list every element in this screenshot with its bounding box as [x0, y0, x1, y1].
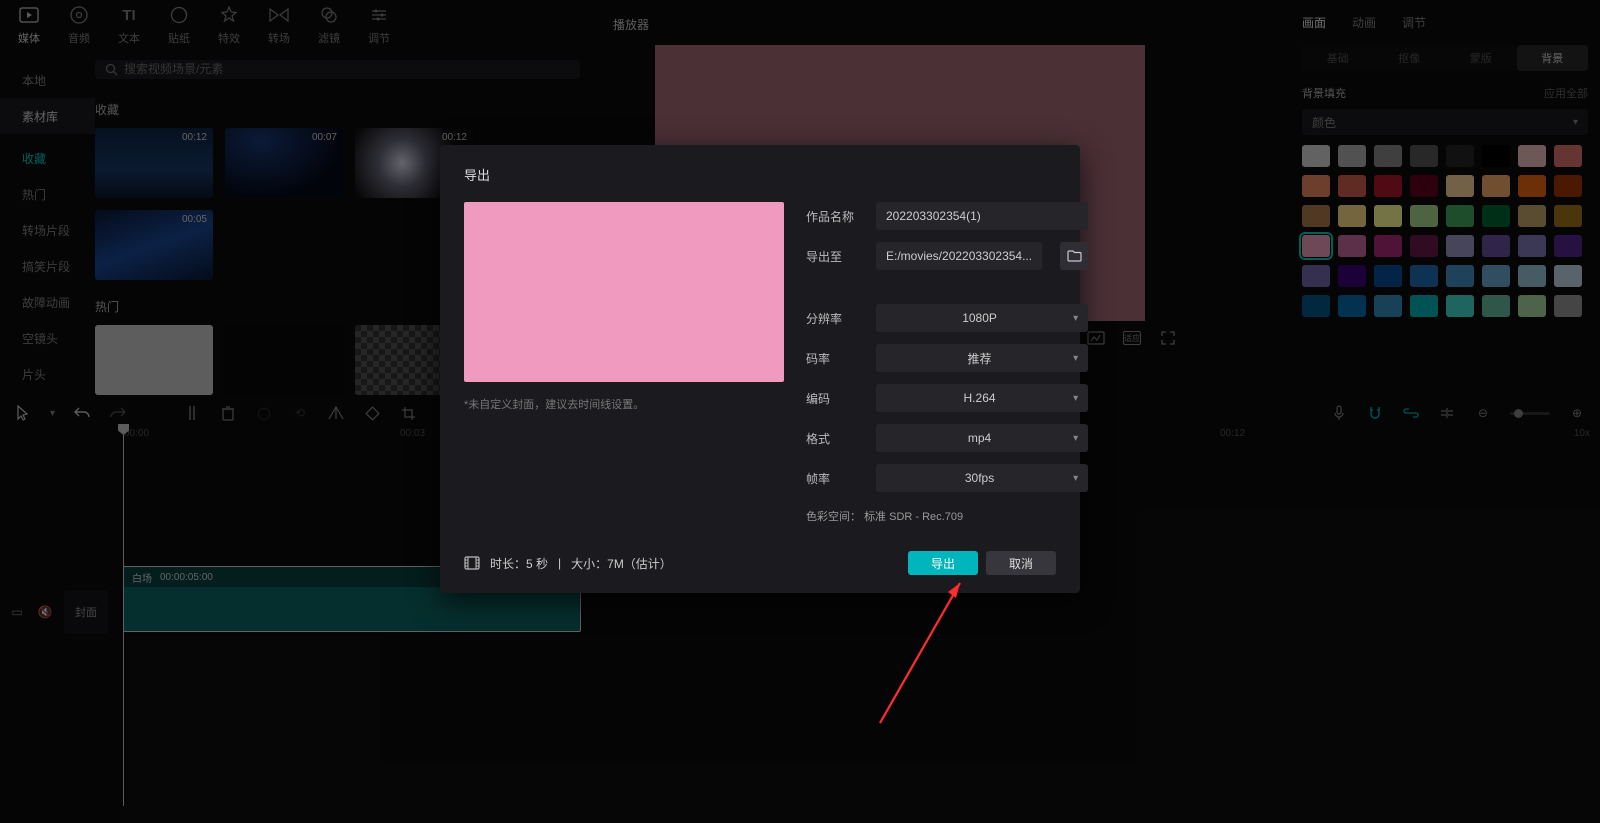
export-form: 作品名称 导出至 E:/movies/202203302354... 分辨率 1… — [806, 202, 1088, 524]
chevron-down-icon: ▾ — [1073, 433, 1078, 444]
chevron-down-icon: ▾ — [1073, 473, 1078, 484]
export-preview — [464, 202, 784, 382]
chevron-down-icon: ▾ — [1073, 353, 1078, 364]
path-input[interactable]: E:/movies/202203302354... — [876, 242, 1042, 270]
path-value: E:/movies/202203302354... — [886, 249, 1032, 263]
cover-hint: *未自定义封面，建议去时间线设置。 — [464, 396, 784, 412]
fps-label: 帧率 — [806, 470, 862, 487]
export-button[interactable]: 导出 — [908, 551, 978, 575]
export-dialog: 导出 *未自定义封面，建议去时间线设置。 作品名称 导出至 E:/movies/… — [440, 145, 1080, 593]
res-select[interactable]: 1080P ▾ — [876, 304, 1088, 332]
chevron-down-icon: ▾ — [1073, 393, 1078, 404]
colorspace-row: 色彩空间： 标准 SDR - Rec.709 — [806, 508, 1088, 524]
film-icon — [464, 556, 480, 570]
export-meta: 时长：5 秒 | 大小：7M（估计） — [464, 555, 672, 572]
format-value: mp4 — [968, 431, 991, 445]
name-field[interactable] — [886, 209, 1078, 223]
fps-select[interactable]: 30fps ▾ — [876, 464, 1088, 492]
name-input[interactable] — [876, 202, 1088, 230]
folder-icon[interactable] — [1060, 242, 1088, 270]
colorspace-value: 标准 SDR - Rec.709 — [864, 511, 963, 523]
format-select[interactable]: mp4 ▾ — [876, 424, 1088, 452]
dialog-title: 导出 — [464, 165, 1056, 184]
path-label: 导出至 — [806, 248, 862, 265]
bitrate-select[interactable]: 推荐 ▾ — [876, 344, 1088, 372]
res-value: 1080P — [962, 311, 997, 325]
colorspace-label: 色彩空间： — [806, 511, 861, 523]
chevron-down-icon: ▾ — [1073, 313, 1078, 324]
meta-size: 大小：7M（估计） — [571, 555, 672, 572]
dialog-footer: 时长：5 秒 | 大小：7M（估计） 导出 取消 — [464, 551, 1056, 575]
name-label: 作品名称 — [806, 208, 862, 225]
cancel-button[interactable]: 取消 — [986, 551, 1056, 575]
fps-value: 30fps — [965, 471, 994, 485]
codec-value: H.264 — [964, 391, 996, 405]
bitrate-label: 码率 — [806, 350, 862, 367]
export-preview-pane: *未自定义封面，建议去时间线设置。 — [464, 202, 784, 524]
format-label: 格式 — [806, 430, 862, 447]
bitrate-value: 推荐 — [968, 350, 992, 367]
codec-label: 编码 — [806, 390, 862, 407]
res-label: 分辨率 — [806, 310, 862, 327]
codec-select[interactable]: H.264 ▾ — [876, 384, 1088, 412]
meta-duration: 时长：5 秒 — [490, 555, 548, 572]
